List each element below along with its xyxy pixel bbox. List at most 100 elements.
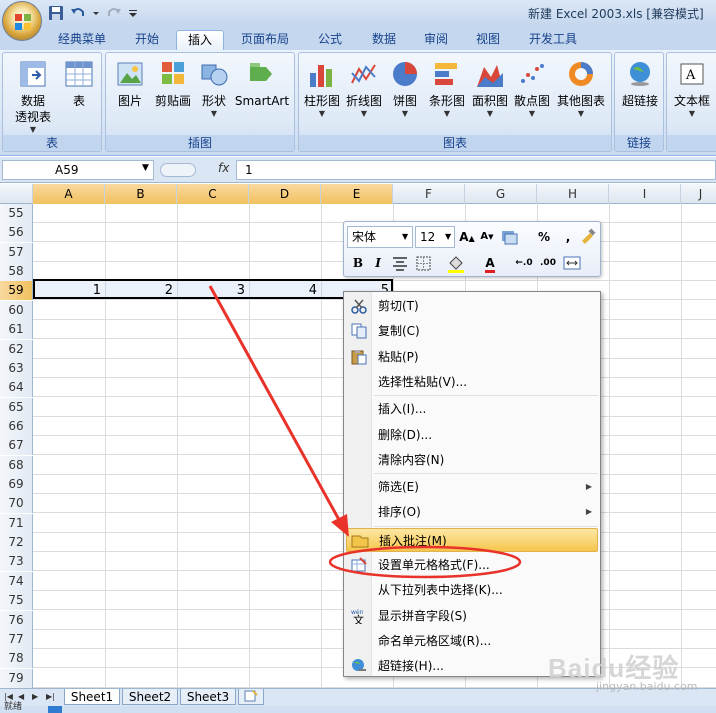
- menu-item-11[interactable]: 设置单元格格式(F)...: [346, 553, 598, 577]
- row-header[interactable]: 79: [0, 668, 33, 688]
- increase-decimal-icon[interactable]: ←.0: [514, 253, 534, 273]
- row-header[interactable]: 65: [0, 397, 33, 417]
- sheet-tab[interactable]: Sheet1: [64, 689, 120, 705]
- row-header[interactable]: 75: [0, 591, 33, 611]
- picture-button[interactable]: 图片: [110, 59, 150, 109]
- column-header[interactable]: I: [609, 184, 681, 204]
- first-sheet-icon[interactable]: |◀: [4, 692, 14, 702]
- menu-item-5[interactable]: 插入(I)...: [346, 397, 598, 421]
- chevron-down-icon[interactable]: ▼: [445, 232, 451, 241]
- textbox-button[interactable]: A 文本框 ▼: [669, 59, 715, 119]
- grow-font-icon[interactable]: A▲: [457, 227, 477, 247]
- row-header[interactable]: 61: [0, 320, 33, 340]
- menu-item-9[interactable]: 排序(O) ▶: [346, 500, 598, 524]
- undo-icon[interactable]: [70, 5, 86, 21]
- column-header[interactable]: A: [33, 184, 105, 204]
- formula-input[interactable]: 1: [236, 160, 716, 180]
- row-header[interactable]: 64: [0, 378, 33, 398]
- row-header[interactable]: 62: [0, 339, 33, 359]
- menu-item-2[interactable]: 复制(C): [346, 319, 598, 343]
- scatter-chart-button[interactable]: 散点图 ▼: [511, 59, 553, 119]
- chevron-down-icon[interactable]: ▼: [402, 232, 408, 241]
- chevron-down-icon[interactable]: ▼: [142, 163, 149, 173]
- tab-view[interactable]: 视图: [464, 30, 512, 50]
- clipart-button[interactable]: 剪贴画: [150, 59, 196, 109]
- last-sheet-icon[interactable]: ▶|: [46, 692, 56, 702]
- cell-b59[interactable]: 2: [105, 281, 177, 300]
- comma-style-icon[interactable]: ,: [558, 227, 578, 247]
- row-header[interactable]: 66: [0, 416, 33, 436]
- bold-icon[interactable]: B: [348, 253, 368, 273]
- menu-item-4[interactable]: 选择性粘贴(V)...: [346, 370, 598, 394]
- menu-item-13[interactable]: wén 文显示拼音字段(S): [346, 604, 598, 628]
- formula-bar-resize-handle[interactable]: [160, 163, 196, 177]
- tab-data[interactable]: 数据: [360, 30, 408, 50]
- cell-a59[interactable]: 1: [35, 281, 105, 300]
- menu-item-6[interactable]: 删除(D)...: [346, 423, 598, 447]
- italic-icon[interactable]: I: [368, 253, 388, 273]
- table-button[interactable]: 表: [59, 59, 99, 109]
- borders-icon[interactable]: [414, 253, 434, 273]
- row-header[interactable]: 68: [0, 455, 33, 475]
- align-center-icon[interactable]: [390, 253, 410, 273]
- row-header[interactable]: 55: [0, 204, 33, 223]
- prev-sheet-icon[interactable]: ◀: [18, 692, 28, 702]
- currency-format-icon[interactable]: [499, 227, 519, 247]
- tab-formulas[interactable]: 公式: [306, 30, 354, 50]
- row-header[interactable]: 63: [0, 358, 33, 378]
- column-header[interactable]: B: [105, 184, 177, 204]
- macro-recording-icon[interactable]: [48, 706, 62, 713]
- row-header[interactable]: 70: [0, 494, 33, 514]
- other-charts-button[interactable]: 其他图表 ▼: [553, 59, 609, 119]
- cell-c59[interactable]: 3: [177, 281, 249, 300]
- menu-item-10[interactable]: 插入批注(M): [346, 527, 598, 552]
- column-header[interactable]: J: [681, 184, 716, 204]
- fill-color-icon[interactable]: [446, 253, 466, 273]
- sheet-tab[interactable]: Sheet2: [122, 689, 178, 705]
- font-color-icon[interactable]: A: [480, 253, 500, 273]
- pie-chart-button[interactable]: 饼图 ▼: [385, 59, 425, 119]
- menu-item-12[interactable]: 从下拉列表中选择(K)...: [346, 578, 598, 602]
- row-header[interactable]: 58: [0, 262, 33, 282]
- office-button[interactable]: [2, 1, 42, 41]
- menu-item-7[interactable]: 清除内容(N): [346, 448, 598, 472]
- selected-range[interactable]: 1 2 3 4 5: [33, 279, 393, 299]
- column-header[interactable]: F: [393, 184, 465, 204]
- row-header[interactable]: 59: [0, 281, 33, 301]
- customize-icon[interactable]: [128, 5, 138, 21]
- row-header[interactable]: 71: [0, 513, 33, 533]
- row-header[interactable]: 76: [0, 610, 33, 630]
- select-all-corner[interactable]: [0, 184, 33, 204]
- row-header[interactable]: 78: [0, 649, 33, 669]
- insert-function-icon[interactable]: fx: [218, 161, 229, 175]
- row-header[interactable]: 73: [0, 552, 33, 572]
- row-header[interactable]: 72: [0, 533, 33, 553]
- tab-insert[interactable]: 插入: [176, 30, 224, 50]
- menu-item-1[interactable]: 剪切(T): [346, 294, 598, 318]
- column-header[interactable]: D: [249, 184, 321, 204]
- column-header[interactable]: C: [177, 184, 249, 204]
- decrease-decimal-icon[interactable]: .00: [538, 253, 558, 273]
- column-header[interactable]: H: [537, 184, 609, 204]
- dropdown-arrow-icon[interactable]: [92, 5, 100, 21]
- shrink-font-icon[interactable]: A▼: [477, 227, 497, 247]
- row-header[interactable]: 56: [0, 223, 33, 243]
- column-header[interactable]: G: [465, 184, 537, 204]
- line-chart-button[interactable]: 折线图 ▼: [343, 59, 385, 119]
- next-sheet-icon[interactable]: ▶: [32, 692, 42, 702]
- tab-review[interactable]: 审阅: [412, 30, 460, 50]
- tab-home[interactable]: 开始: [122, 30, 172, 50]
- column-header[interactable]: E: [321, 184, 393, 204]
- menu-item-3[interactable]: 粘贴(P): [346, 345, 598, 369]
- tab-classic-menu[interactable]: 经典菜单: [50, 30, 114, 50]
- merge-center-icon[interactable]: [562, 253, 582, 273]
- row-header[interactable]: 74: [0, 571, 33, 591]
- row-header[interactable]: 69: [0, 475, 33, 495]
- area-chart-button[interactable]: 面积图 ▼: [469, 59, 511, 119]
- pivot-table-button[interactable]: 数据 透视表 ▼: [7, 59, 59, 135]
- tab-developer[interactable]: 开发工具: [520, 30, 586, 50]
- insert-sheet-icon[interactable]: [238, 689, 264, 705]
- row-header[interactable]: 60: [0, 300, 33, 320]
- sheet-tab[interactable]: Sheet3: [180, 689, 236, 705]
- row-header[interactable]: 77: [0, 629, 33, 649]
